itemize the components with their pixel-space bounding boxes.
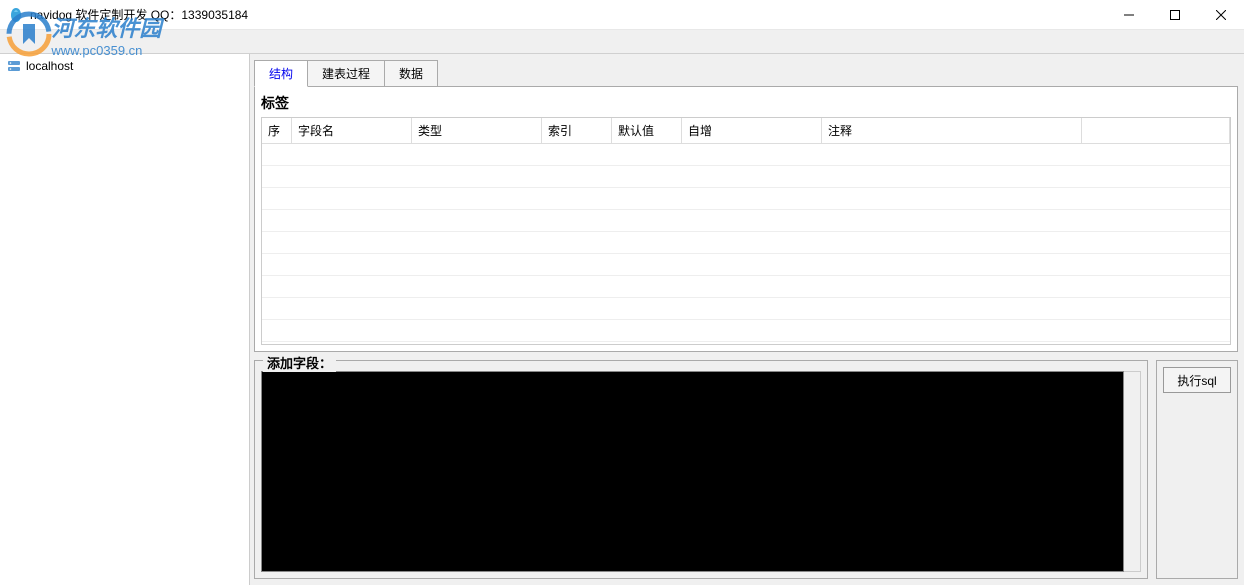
app-icon (8, 7, 24, 23)
col-rest[interactable] (1082, 118, 1230, 143)
col-field-name[interactable]: 字段名 (292, 118, 412, 143)
col-index[interactable]: 索引 (542, 118, 612, 143)
grid-row[interactable] (262, 144, 1230, 166)
section-label: 标签 (261, 91, 1231, 117)
grid-row[interactable] (262, 188, 1230, 210)
execute-sql-button[interactable]: 执行sql (1163, 367, 1231, 393)
window-title: navidog 软件定制开发 QQ：1339035184 (30, 6, 1106, 23)
grid-row[interactable] (262, 298, 1230, 320)
grid-row[interactable] (262, 254, 1230, 276)
grid-row[interactable] (262, 166, 1230, 188)
maximize-icon (1170, 10, 1180, 20)
col-seq[interactable]: 序 (262, 118, 292, 143)
titlebar: navidog 软件定制开发 QQ：1339035184 (0, 0, 1244, 30)
grid-row[interactable] (262, 210, 1230, 232)
maximize-button[interactable] (1152, 0, 1198, 30)
fieldset-legend: 添加字段： (263, 353, 336, 372)
grid-header: 序 字段名 类型 索引 默认值 自增 注释 (262, 118, 1230, 144)
close-button[interactable] (1198, 0, 1244, 30)
grid-body[interactable] (262, 144, 1230, 344)
tree-item-label: localhost (26, 59, 73, 73)
col-autoinc[interactable]: 自增 (682, 118, 822, 143)
col-default[interactable]: 默认值 (612, 118, 682, 143)
exec-panel: 执行sql (1156, 360, 1238, 579)
scrollbar[interactable] (1124, 371, 1141, 572)
add-field-fieldset: 添加字段： (254, 360, 1148, 579)
col-type[interactable]: 类型 (412, 118, 542, 143)
fields-grid: 序 字段名 类型 索引 默认值 自增 注释 (261, 117, 1231, 345)
minimize-button[interactable] (1106, 0, 1152, 30)
tab-create-process[interactable]: 建表过程 (307, 60, 385, 87)
structure-panel: 标签 序 字段名 类型 索引 默认值 自增 注释 (254, 86, 1238, 352)
grid-row[interactable] (262, 320, 1230, 342)
sidebar: localhost (0, 54, 250, 585)
col-comment[interactable]: 注释 (822, 118, 1082, 143)
close-icon (1216, 10, 1226, 20)
tree-item-localhost[interactable]: localhost (2, 56, 247, 76)
tab-structure[interactable]: 结构 (254, 60, 308, 87)
server-icon (6, 58, 22, 74)
minimize-icon (1124, 10, 1134, 20)
sql-editor[interactable] (261, 371, 1124, 572)
toolbar (0, 30, 1244, 54)
tab-data[interactable]: 数据 (384, 60, 438, 87)
tabs: 结构 建表过程 数据 (254, 60, 1238, 87)
grid-row[interactable] (262, 232, 1230, 254)
grid-row[interactable] (262, 276, 1230, 298)
